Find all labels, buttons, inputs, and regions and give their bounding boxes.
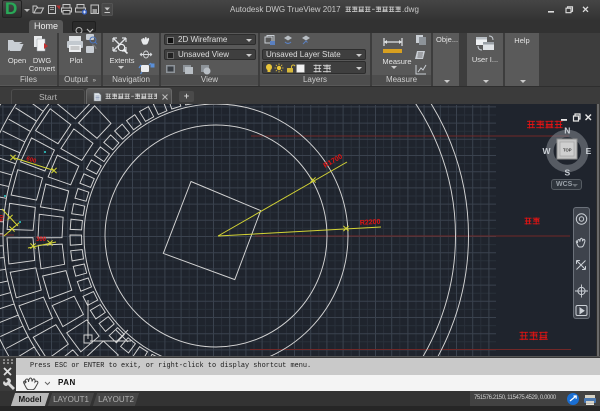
svg-text:TOP: TOP	[563, 148, 572, 153]
svg-text:N: N	[564, 126, 570, 136]
svg-text:S: S	[564, 168, 570, 178]
svg-text:W: W	[542, 146, 551, 156]
svg-text:E: E	[586, 146, 592, 156]
